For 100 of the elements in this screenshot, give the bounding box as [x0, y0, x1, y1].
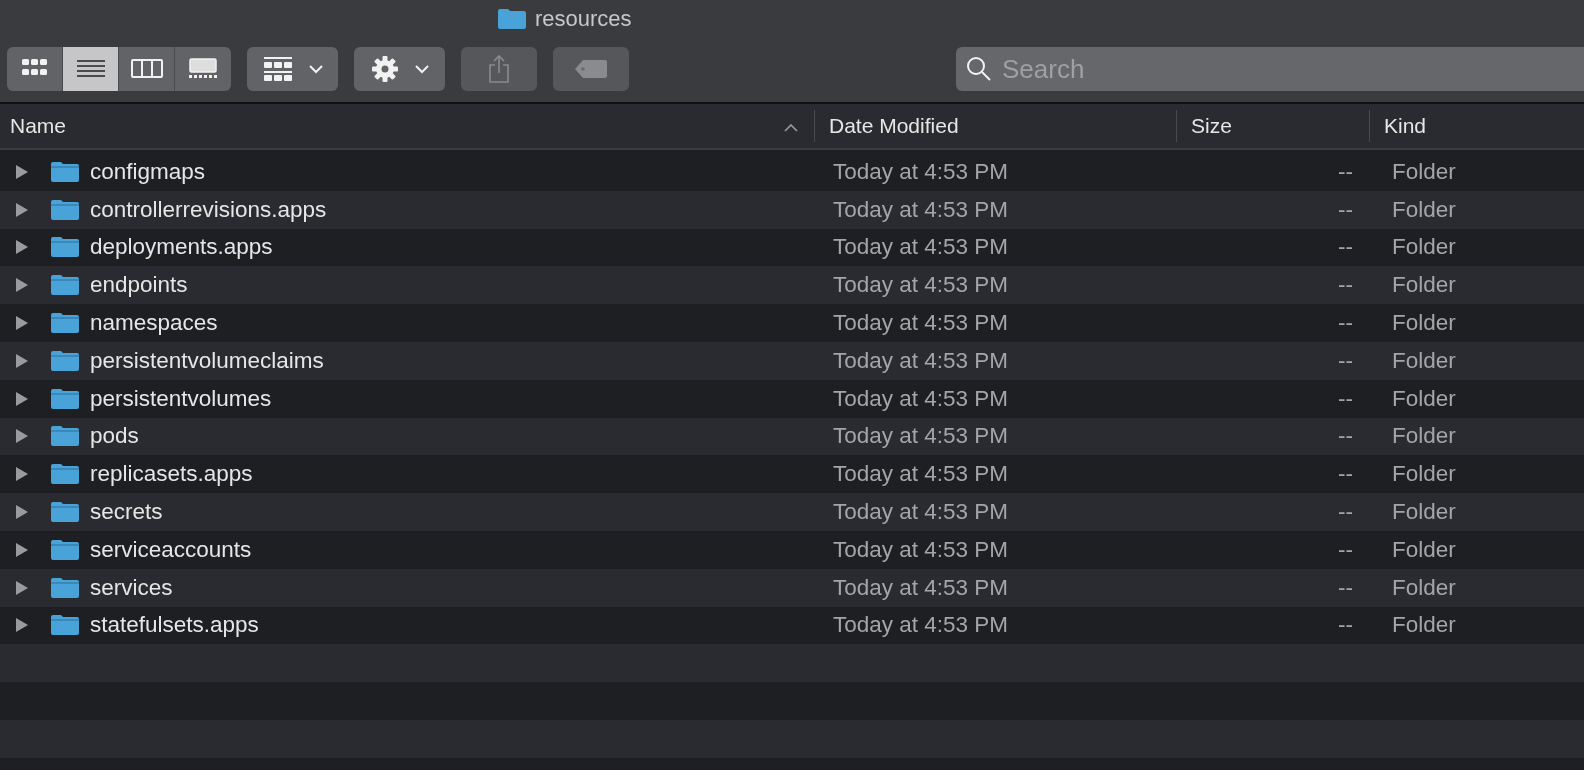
disclosure-triangle-icon[interactable] — [15, 315, 29, 332]
gallery-icon — [188, 58, 218, 80]
folder-icon — [50, 501, 80, 524]
file-kind: Folder — [1392, 347, 1456, 373]
file-kind: Folder — [1392, 461, 1456, 487]
disclosure-triangle-icon[interactable] — [15, 277, 29, 294]
disclosure-triangle-icon[interactable] — [15, 239, 29, 256]
date-modified: Today at 4:53 PM — [833, 461, 1009, 487]
disclosure-triangle-icon[interactable] — [15, 466, 29, 483]
file-kind: Folder — [1392, 272, 1456, 298]
date-modified: Today at 4:53 PM — [833, 196, 1009, 222]
folder-icon — [497, 8, 527, 30]
file-name: statefulsets.apps — [90, 612, 259, 639]
file-name: serviceaccounts — [90, 536, 252, 563]
chevron-down-icon — [414, 64, 429, 74]
file-size: -- — [1338, 310, 1353, 337]
folder-icon — [50, 538, 80, 561]
search-field[interactable]: Search — [956, 47, 1584, 91]
folder-icon — [50, 349, 80, 372]
file-name: namespaces — [90, 310, 218, 337]
date-modified: Today at 4:53 PM — [833, 536, 1009, 562]
disclosure-triangle-icon[interactable] — [15, 579, 29, 596]
file-size: -- — [1338, 196, 1353, 223]
file-name: deployments.apps — [90, 234, 273, 261]
column-header[interactable]: Date Modified — [829, 114, 959, 138]
column-header[interactable]: Kind — [1384, 114, 1427, 138]
file-kind: Folder — [1392, 234, 1456, 260]
folder-icon — [50, 425, 80, 448]
file-kind: Folder — [1392, 196, 1456, 222]
folder-row[interactable]: services Today at 4:53 PM -- Folder — [0, 568, 1584, 607]
folder-icon — [50, 614, 80, 637]
file-kind: Folder — [1392, 536, 1456, 562]
folder-icon — [50, 236, 80, 259]
file-kind: Folder — [1392, 310, 1456, 336]
file-size: -- — [1338, 234, 1353, 261]
disclosure-triangle-icon[interactable] — [15, 541, 29, 558]
folder-row[interactable]: controllerrevisions.apps Today at 4:53 PM -- Folder — [0, 190, 1584, 229]
file-size: -- — [1338, 158, 1353, 185]
file-size: -- — [1338, 423, 1353, 450]
disclosure-triangle-icon[interactable] — [15, 428, 29, 445]
list-view-button[interactable] — [63, 47, 119, 91]
folder-icon — [50, 576, 80, 599]
grid-icon — [262, 56, 293, 82]
tag-icon — [574, 59, 608, 79]
chevron-down-icon — [308, 64, 323, 74]
date-modified: Today at 4:53 PM — [833, 574, 1009, 600]
folder-row[interactable]: persistentvolumeclaims Today at 4:53 PM -- Folder — [0, 342, 1584, 380]
folder-icon — [50, 274, 80, 297]
column-header[interactable]: Name — [10, 114, 67, 138]
file-kind: Folder — [1392, 423, 1456, 449]
action-button[interactable] — [354, 47, 445, 91]
folder-icon — [50, 312, 80, 335]
folder-icon — [50, 387, 80, 410]
file-kind: Folder — [1392, 499, 1456, 525]
file-name: pods — [90, 423, 139, 450]
file-name: endpoints — [90, 272, 188, 299]
columns-icon — [130, 58, 163, 80]
date-modified: Today at 4:53 PM — [833, 158, 1009, 184]
date-modified: Today at 4:53 PM — [833, 234, 1009, 260]
disclosure-triangle-icon[interactable] — [15, 390, 29, 407]
folder-row[interactable]: secrets Today at 4:53 PM -- Folder — [0, 493, 1584, 531]
folder-row[interactable]: pods Today at 4:53 PM -- Folder — [0, 417, 1584, 456]
group-button[interactable] — [247, 47, 338, 91]
file-name: persistentvolumeclaims — [90, 347, 324, 374]
date-modified: Today at 4:53 PM — [833, 499, 1009, 525]
date-modified: Today at 4:53 PM — [833, 423, 1009, 449]
file-size: -- — [1338, 272, 1353, 299]
folder-row[interactable]: endpoints Today at 4:53 PM -- Folder — [0, 266, 1584, 305]
file-size: -- — [1338, 536, 1353, 563]
disclosure-triangle-icon[interactable] — [15, 504, 29, 521]
file-kind: Folder — [1392, 385, 1456, 411]
folder-icon — [50, 198, 80, 221]
file-size: -- — [1338, 574, 1353, 601]
disclosure-triangle-icon[interactable] — [15, 617, 29, 634]
gear-icon — [370, 55, 399, 83]
window-title: resources — [535, 6, 632, 32]
file-size: -- — [1338, 499, 1353, 526]
date-modified: Today at 4:53 PM — [833, 347, 1009, 373]
file-name: secrets — [90, 499, 163, 526]
date-modified: Today at 4:53 PM — [833, 612, 1009, 638]
date-modified: Today at 4:53 PM — [833, 310, 1009, 336]
file-kind: Folder — [1392, 612, 1456, 638]
date-modified: Today at 4:53 PM — [833, 385, 1009, 411]
file-size: -- — [1338, 385, 1353, 412]
share-icon — [488, 54, 510, 84]
column-header[interactable]: Size — [1191, 114, 1232, 138]
folder-icon — [50, 160, 80, 183]
list-icon — [75, 58, 106, 80]
file-size: -- — [1338, 347, 1353, 374]
file-kind: Folder — [1392, 574, 1456, 600]
file-name: controllerrevisions.apps — [90, 196, 327, 223]
disclosure-triangle-icon[interactable] — [15, 201, 29, 218]
file-size: -- — [1338, 461, 1353, 488]
file-name: services — [90, 574, 173, 601]
file-name: configmaps — [90, 158, 206, 185]
disclosure-triangle-icon[interactable] — [15, 163, 29, 180]
folder-icon — [50, 463, 80, 486]
file-name: replicasets.apps — [90, 461, 253, 488]
disclosure-triangle-icon[interactable] — [15, 352, 29, 369]
file-size: -- — [1338, 612, 1353, 639]
